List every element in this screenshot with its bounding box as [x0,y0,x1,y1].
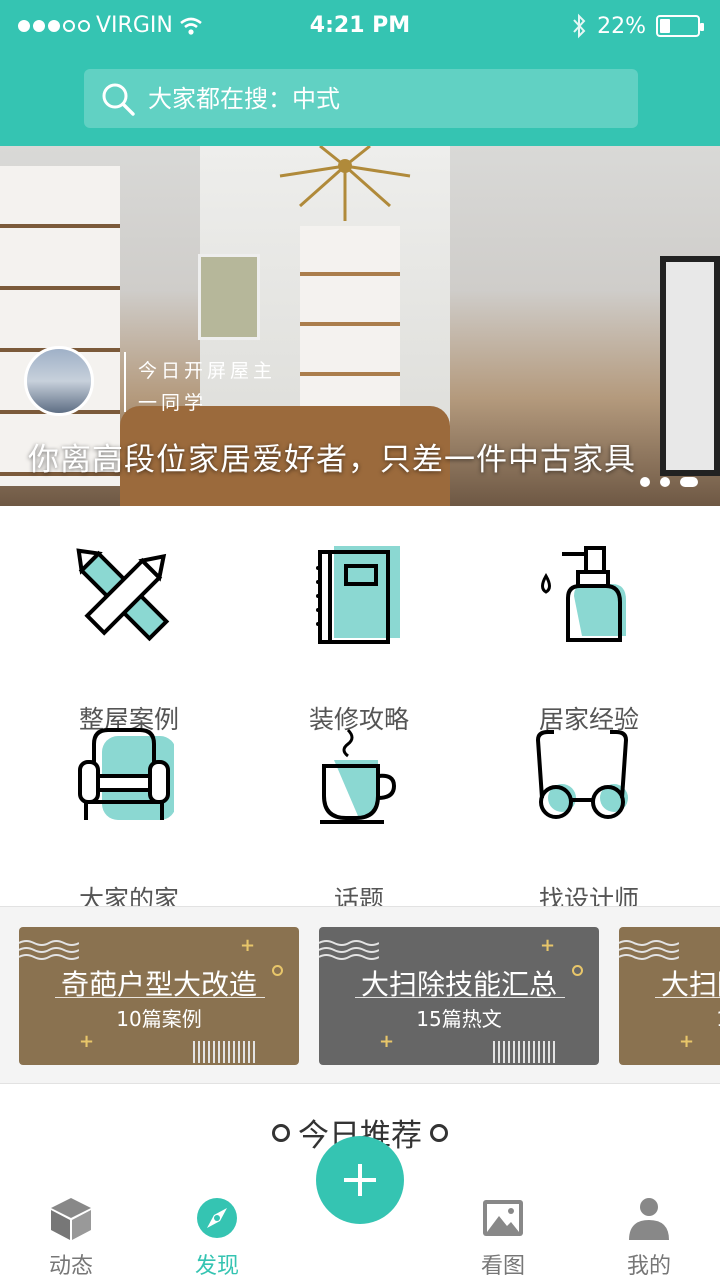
divider [655,997,720,998]
plus-decoration: + [240,935,256,956]
coffee-cup-icon [320,728,397,824]
pager-dot[interactable] [660,477,670,487]
armchair-icon [78,728,174,820]
header: VIRGIN 4:21 PM 22% [0,0,720,146]
plus-decoration: + [679,1031,695,1052]
tab-feed[interactable]: 动态 [16,1196,126,1280]
bookshelf-right [300,226,400,426]
stripes-decoration [193,1041,255,1063]
status-right: 22% [571,13,704,39]
carousel-pager[interactable] [640,477,698,487]
plus-decoration: + [379,1031,395,1052]
plus-decoration: + [540,935,556,956]
tab-pictures[interactable]: 看图 [448,1196,558,1280]
owner-avatar[interactable] [24,346,94,416]
plus-decoration: + [79,1031,95,1052]
collection-subtitle: 15篇热文 [619,1003,720,1032]
divider [55,997,265,998]
tab-label: 动态 [48,1254,93,1279]
plus-icon [344,1164,376,1196]
picture-icon [483,1200,523,1236]
banner-carousel[interactable]: 今日开屏屋主 一同学 你离高段位家居爱好者，只差一件中古家具 [0,146,720,506]
banner-headline: 你离高段位家居爱好者，只差一件中古家具 [28,442,636,478]
tab-label: 看图 [480,1254,525,1279]
tab-label: 发现 [194,1254,239,1279]
notebook-icon [316,546,400,644]
wall-poster [198,254,260,340]
glasses-icon [535,730,629,819]
collection-subtitle: 10篇案例 [116,1007,202,1031]
battery-percent: 22% [597,13,646,39]
pencil-ruler-icon [76,548,170,642]
collection-card[interactable]: + 大扫除技能汇总 15篇热文 [619,927,720,1065]
collection-card[interactable]: + + 大扫除技能汇总 15篇热文 [319,927,599,1065]
search-icon [102,83,135,116]
stripes-decoration [493,1041,555,1063]
owner-title: 今日开屏屋主 [138,360,277,382]
bluetooth-icon [573,13,586,39]
owner-name: 一同学 [138,392,208,414]
status-bar: VIRGIN 4:21 PM 22% [0,0,720,52]
person-icon [629,1198,669,1240]
chandelier-icon [279,146,411,221]
ring-icon [272,1123,295,1142]
cube-icon [51,1198,91,1240]
collections-row[interactable]: + + 奇葩户型大改造 10篇案例 + + 大扫除技能汇总 15篇热文 + 大扫… [0,906,720,1084]
pager-dot-active[interactable] [680,477,698,487]
pager-dot[interactable] [640,477,650,487]
category-grid: 整屋案例 装修攻略 居家经验 大家的家 话题 找设计师 [0,506,720,914]
collection-subtitle: 15篇热文 [416,1007,502,1031]
window [660,256,720,476]
search-input[interactable] [148,84,608,113]
tab-discover[interactable]: 发现 [162,1196,272,1280]
ring-icon [430,1123,453,1142]
wave-icon [619,940,679,960]
tab-me[interactable]: 我的 [594,1196,704,1280]
wave-icon [319,940,379,960]
add-post-button[interactable] [316,1136,404,1224]
battery-icon [656,15,704,37]
search-bar[interactable] [84,69,638,128]
collection-card[interactable]: + + 奇葩户型大改造 10篇案例 [19,927,299,1065]
compass-icon [197,1198,237,1238]
divider [355,997,565,998]
soap-dispenser-icon [541,546,626,642]
tab-label: 我的 [626,1254,671,1279]
wave-icon [19,940,79,960]
divider [124,352,126,412]
